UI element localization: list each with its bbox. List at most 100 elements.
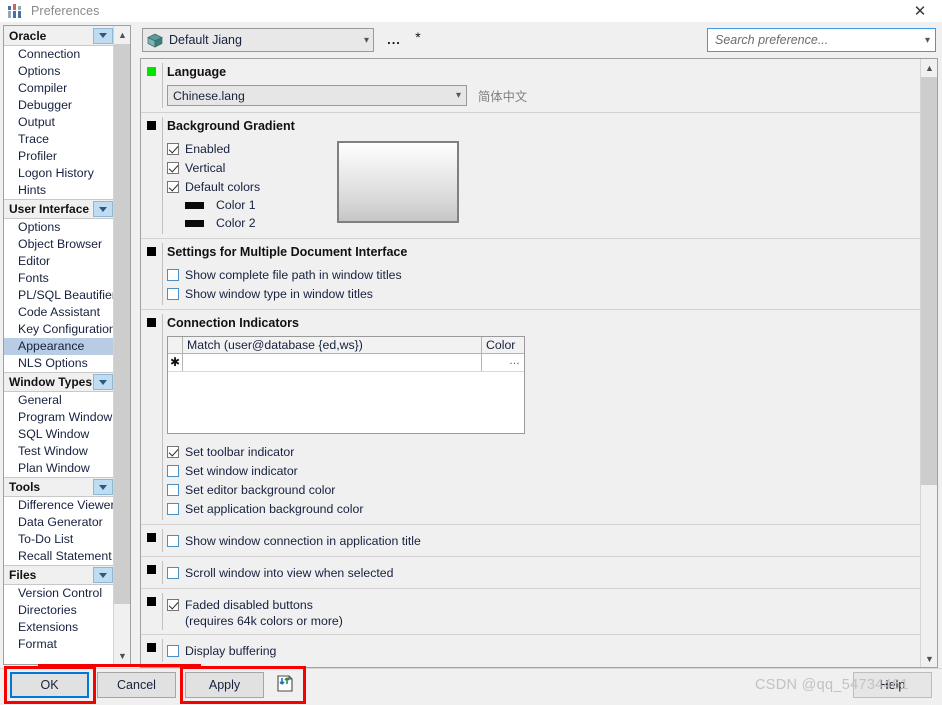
chevron-down-icon[interactable]: ▾ <box>456 90 461 101</box>
checkbox-row-vertical[interactable]: Vertical <box>167 158 337 177</box>
sidebar-group-window-types[interactable]: Window Types <box>4 372 115 392</box>
sidebar-item-sql-window[interactable]: SQL Window <box>4 426 115 443</box>
checkbox-row-default-colors[interactable]: Default colors <box>167 177 337 196</box>
row-new-marker: ✱ <box>168 354 183 371</box>
chevron-down-icon[interactable] <box>93 374 113 390</box>
checkbox-row-show-complete-file-path[interactable]: Show complete file path in window titles <box>167 265 913 284</box>
sidebar-item-profiler[interactable]: Profiler <box>4 148 115 165</box>
profile-more-button[interactable]: ... <box>382 32 406 50</box>
checkbox-row-set-toolbar-indicator[interactable]: Set toolbar indicator <box>167 442 913 461</box>
sidebar-item-output[interactable]: Output <box>4 114 115 131</box>
sidebar-item-hints[interactable]: Hints <box>4 182 115 199</box>
checkbox-show-complete-file-path[interactable] <box>167 268 179 281</box>
sidebar-group-user-interface[interactable]: User Interface <box>4 199 115 219</box>
scroll-up-icon[interactable]: ▲ <box>114 26 130 43</box>
color-2-row[interactable]: Color 2 <box>185 214 337 232</box>
checkbox-row-set-window-indicator[interactable]: Set window indicator <box>167 461 913 480</box>
scroll-down-icon[interactable]: ▼ <box>114 647 130 664</box>
sidebar-item-data-generator[interactable]: Data Generator <box>4 514 115 531</box>
sidebar-item-fonts[interactable]: Fonts <box>4 270 115 287</box>
sidebar-item-logon-history[interactable]: Logon History <box>4 165 115 182</box>
sidebar-group-tools[interactable]: Tools <box>4 477 115 497</box>
ok-button[interactable]: OK <box>10 672 89 698</box>
search-input[interactable] <box>713 32 925 48</box>
apply-button[interactable]: Apply <box>185 672 264 698</box>
checkbox-show-window-connection[interactable] <box>167 534 179 547</box>
scroll-up-icon[interactable]: ▲ <box>921 59 937 76</box>
close-icon[interactable]: ✕ <box>898 0 942 22</box>
sidebar-item-version-control[interactable]: Version Control <box>4 585 115 602</box>
checkbox-default-colors[interactable] <box>167 180 179 193</box>
checkbox-set-window-indicator[interactable] <box>167 464 179 477</box>
sidebar-item-trace[interactable]: Trace <box>4 131 115 148</box>
sidebar-item-plan-window[interactable]: Plan Window <box>4 460 115 477</box>
sidebar-item-appearance[interactable]: Appearance <box>4 338 115 355</box>
cell-match[interactable] <box>183 354 482 371</box>
sidebar-item-general[interactable]: General <box>4 392 115 409</box>
cell-color-picker[interactable]: … <box>482 354 524 371</box>
color-1-row[interactable]: Color 1 <box>185 196 337 214</box>
checkbox-row-show-window-type[interactable]: Show window type in window titles <box>167 284 913 303</box>
chevron-down-icon[interactable] <box>93 27 113 44</box>
checkbox-set-toolbar-indicator[interactable] <box>167 445 179 458</box>
sidebar-item-compiler[interactable]: Compiler <box>4 80 115 97</box>
checkbox-faded-buttons[interactable] <box>167 598 179 611</box>
chevron-down-icon[interactable] <box>93 479 113 495</box>
scroll-down-icon[interactable]: ▼ <box>921 650 937 667</box>
checkbox-enabled[interactable] <box>167 142 179 155</box>
column-header-color[interactable]: Color <box>482 337 524 353</box>
sidebar-item-test-window[interactable]: Test Window <box>4 443 115 460</box>
checkbox-vertical[interactable] <box>167 161 179 174</box>
chevron-down-icon[interactable] <box>93 201 113 217</box>
checkbox-row-enabled[interactable]: Enabled <box>167 139 337 158</box>
sidebar-item-difference-viewer[interactable]: Difference Viewer <box>4 497 115 514</box>
content-scrollbar[interactable]: ▲ ▼ <box>920 59 937 667</box>
scrollbar-thumb[interactable] <box>921 77 937 485</box>
connection-indicators-grid[interactable]: Match (user@database {ed,ws}) Color ✱ … <box>167 336 525 434</box>
sidebar-scrollbar[interactable]: ▲ ▼ <box>113 26 130 664</box>
chevron-down-icon[interactable] <box>93 567 113 583</box>
chevron-down-icon[interactable]: ▾ <box>925 35 930 46</box>
color-swatch-icon[interactable] <box>185 201 204 209</box>
sidebar-item-options[interactable]: Options <box>4 63 115 80</box>
checkbox-row-set-application-background-color[interactable]: Set application background color <box>167 499 913 518</box>
sidebar-item-nls-options[interactable]: NLS Options <box>4 355 115 372</box>
save-to-file-icon[interactable] <box>275 673 296 694</box>
sidebar-item-connection[interactable]: Connection <box>4 46 115 63</box>
checkbox-scroll-window[interactable] <box>167 566 179 579</box>
chevron-down-icon[interactable]: ▾ <box>364 35 369 46</box>
sidebar-item-directories[interactable]: Directories <box>4 602 115 619</box>
sidebar-item-key-configuration[interactable]: Key Configuration <box>4 321 116 338</box>
scrollbar-thumb[interactable] <box>114 44 130 604</box>
sidebar-item-debugger[interactable]: Debugger <box>4 97 115 114</box>
checkbox-row-display-buffering[interactable]: Display buffering <box>167 641 913 660</box>
sidebar-item-ui-options[interactable]: Options <box>4 219 115 236</box>
sidebar-item-code-assistant[interactable]: Code Assistant <box>4 304 115 321</box>
checkbox-row-show-window-connection[interactable]: Show window connection in application ti… <box>167 531 913 550</box>
sidebar-group-oracle[interactable]: Oracle <box>4 26 115 46</box>
checkbox-set-application-background-color[interactable] <box>167 502 179 515</box>
color-swatch-icon[interactable] <box>185 219 204 227</box>
language-select[interactable]: Chinese.lang ▾ <box>167 85 467 106</box>
cancel-button[interactable]: Cancel <box>97 672 176 698</box>
checkbox-row-set-editor-background-color[interactable]: Set editor background color <box>167 480 913 499</box>
sidebar-item-extensions[interactable]: Extensions <box>4 619 115 636</box>
sidebar-group-files[interactable]: Files <box>4 565 115 585</box>
sidebar-item-recall-statement[interactable]: Recall Statement <box>4 548 115 565</box>
column-header-match[interactable]: Match (user@database {ed,ws}) <box>183 337 482 353</box>
help-button[interactable]: Help <box>853 672 932 698</box>
table-row[interactable]: ✱ … <box>168 354 524 372</box>
checkbox-set-editor-background-color[interactable] <box>167 483 179 496</box>
checkbox-display-buffering[interactable] <box>167 644 179 657</box>
sidebar-item-object-browser[interactable]: Object Browser <box>4 236 115 253</box>
checkbox-row-faded-buttons[interactable]: Faded disabled buttons <box>167 595 913 614</box>
sidebar-item-editor[interactable]: Editor <box>4 253 115 270</box>
sidebar-item-format[interactable]: Format <box>4 636 115 653</box>
sidebar-item-to-do-list[interactable]: To-Do List <box>4 531 115 548</box>
profile-select[interactable]: Default Jiang ▾ <box>142 28 374 52</box>
sidebar-item-plsql-beautifier[interactable]: PL/SQL Beautifier <box>4 287 116 304</box>
search-preference-box[interactable]: ▾ <box>707 28 936 52</box>
sidebar-item-program-window[interactable]: Program Window <box>4 409 115 426</box>
checkbox-show-window-type[interactable] <box>167 287 179 300</box>
checkbox-row-scroll-window[interactable]: Scroll window into view when selected <box>167 563 913 582</box>
